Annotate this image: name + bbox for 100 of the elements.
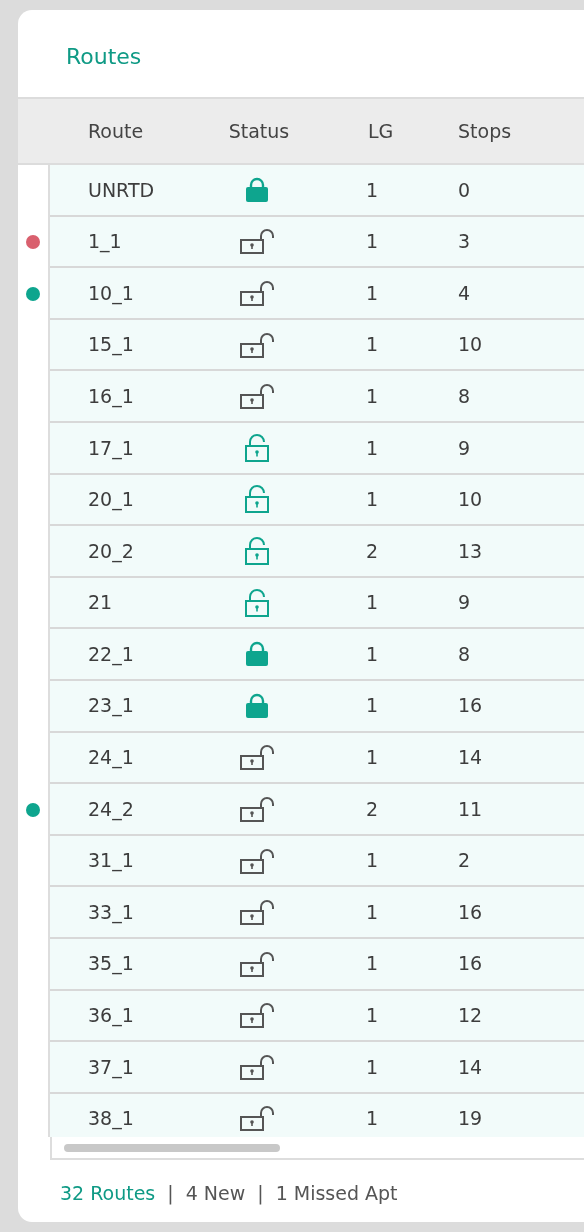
table-cell: 1	[366, 746, 379, 769]
table-row[interactable]: 22_1 1 8	[50, 629, 584, 681]
table-row[interactable]: 36_1 1 12	[50, 990, 584, 1043]
table-cell: 17_1	[88, 436, 134, 459]
table-cell: 20_1	[88, 488, 134, 511]
open-padlock-icon	[239, 1105, 275, 1132]
table-cell: 0	[458, 178, 471, 201]
table-cell: 4	[458, 281, 471, 304]
open-padlock-icon	[239, 899, 275, 926]
table-cell: 1	[366, 900, 379, 923]
table-cell: 1	[366, 436, 379, 459]
table-row[interactable]: 16_1 1 8	[50, 371, 584, 423]
table-cell: 24_1	[88, 746, 134, 769]
padlock-icon	[244, 485, 270, 514]
table-cell: 38_1	[88, 1107, 134, 1130]
table-cell: 1	[366, 591, 379, 614]
table-cell: 20_2	[88, 539, 134, 562]
table-cell: 9	[458, 436, 471, 459]
table-cell: 15_1	[88, 333, 134, 356]
table-cell: 2	[458, 849, 471, 872]
table-cell: 21	[88, 591, 113, 614]
table-cell: 14	[458, 746, 483, 769]
table-cell: UNRTD	[88, 178, 155, 201]
table-cell: 24_2	[88, 797, 134, 820]
table-cell: 1	[366, 488, 379, 511]
table-row[interactable]: 33_1 1 16	[50, 887, 584, 939]
table-cell: 1	[366, 333, 379, 356]
table-cell: 23_1	[88, 694, 134, 717]
table-row[interactable]: 10_1 1 4	[50, 268, 584, 320]
padlock-icon	[244, 433, 270, 462]
separator: |	[257, 1181, 264, 1207]
column-header[interactable]: Status	[228, 119, 290, 142]
table-cell: 13	[458, 539, 483, 562]
table-cell: 10_1	[88, 281, 134, 304]
open-padlock-icon	[239, 950, 275, 977]
table-cell: 10	[458, 488, 483, 511]
open-padlock-icon	[239, 331, 275, 358]
table-cell: 33_1	[88, 900, 134, 923]
column-header[interactable]: Route	[88, 119, 144, 142]
table-cell: 1	[366, 849, 379, 872]
table-cell: 1	[366, 230, 379, 253]
table-cell: 1	[366, 642, 379, 665]
table-cell: 35_1	[88, 952, 134, 975]
table-cell: 8	[458, 384, 471, 407]
table-cell: 1	[366, 281, 379, 304]
table-cell: 1	[366, 1107, 379, 1130]
table-cell: 22_1	[88, 642, 134, 665]
table-cell: 11	[458, 797, 483, 820]
table-row[interactable]: 1_1 1 3	[50, 216, 584, 269]
new-count: 4 New	[185, 1181, 246, 1206]
table-row[interactable]: 15_1 1 10	[50, 319, 584, 372]
locked-padlock-icon	[244, 176, 270, 203]
missed-count: 1 Missed Apt	[275, 1181, 398, 1206]
table-row[interactable]: 31_1 1 2	[50, 835, 584, 888]
table-cell: 2	[366, 539, 379, 562]
table-cell: 3	[458, 230, 471, 253]
routes-count: 32 Routes	[60, 1181, 156, 1206]
padlock-icon	[244, 536, 270, 565]
table-cell: 16	[458, 900, 483, 923]
table-cell: 8	[458, 642, 471, 665]
open-padlock-icon	[239, 744, 275, 771]
table-row[interactable]: 21 1 9	[50, 577, 584, 630]
table-cell: 10	[458, 333, 483, 356]
table-cell: 1	[366, 178, 379, 201]
scrollbar-thumb[interactable]	[64, 1143, 280, 1152]
table-row[interactable]: UNRTD 1 0	[50, 165, 584, 217]
table-row[interactable]: 24_2 2 11	[50, 784, 584, 836]
column-header[interactable]: LG	[368, 119, 394, 142]
table-cell: 1_1	[88, 230, 122, 253]
open-padlock-icon	[239, 847, 275, 874]
table-cell: 1	[366, 384, 379, 407]
open-padlock-icon	[239, 383, 275, 410]
table-row[interactable]: 20_2 2 13	[50, 526, 584, 578]
table-cell: 36_1	[88, 1004, 134, 1027]
table-cell: 1	[366, 694, 379, 717]
table-cell: 1	[366, 952, 379, 975]
table-row[interactable]: 20_1 1 10	[50, 474, 584, 527]
table-row[interactable]: 37_1 1 14	[50, 1042, 584, 1094]
table-cell: 12	[458, 1004, 483, 1027]
table-cell: 37_1	[88, 1055, 134, 1078]
open-padlock-icon	[239, 1002, 275, 1029]
panel-title: Routes	[66, 44, 142, 69]
open-padlock-icon	[239, 228, 275, 255]
open-padlock-icon	[239, 280, 275, 306]
table-row[interactable]: 38_1 1 19	[50, 1093, 584, 1137]
locked-padlock-icon	[244, 692, 270, 719]
table-cell: 16	[458, 952, 483, 975]
table-row[interactable]: 35_1 1 16	[50, 938, 584, 991]
open-padlock-icon	[239, 1053, 275, 1080]
table-cell: 2	[366, 797, 379, 820]
table-row[interactable]: 23_1 1 16	[50, 680, 584, 733]
separator: |	[167, 1181, 174, 1207]
table-row[interactable]: 17_1 1 9	[50, 422, 584, 475]
table-cell: 31_1	[88, 849, 134, 872]
table-cell: 16_1	[88, 384, 134, 407]
table-cell: 16	[458, 694, 483, 717]
table-row[interactable]: 24_1 1 14	[50, 732, 584, 785]
table-cell: 1	[366, 1055, 379, 1078]
table-cell: 19	[458, 1107, 483, 1130]
column-header[interactable]: Stops	[458, 119, 512, 142]
